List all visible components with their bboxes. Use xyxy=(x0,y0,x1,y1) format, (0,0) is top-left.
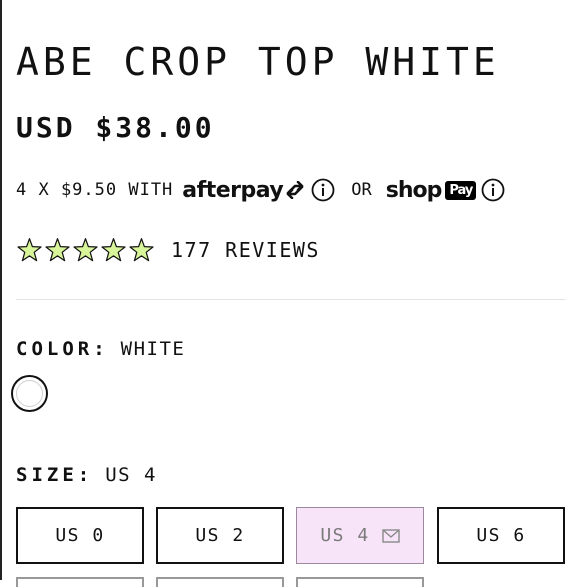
afterpay-wordmark: afterpay xyxy=(182,177,284,203)
notify-mail-icon xyxy=(381,528,400,543)
review-count: 177 REVIEWS xyxy=(171,238,320,262)
size-label: SIZE: xyxy=(16,464,94,486)
size-button-us-4[interactable]: US 4 xyxy=(296,507,424,564)
size-button-partial[interactable] xyxy=(296,577,424,587)
star-icon xyxy=(72,237,99,264)
shop-pay-info-icon[interactable] xyxy=(481,178,505,202)
size-button-us-0[interactable]: US 0 xyxy=(16,507,144,564)
reviews-link[interactable]: 177 REVIEWS xyxy=(16,234,320,266)
swatch-fill xyxy=(16,380,43,407)
size-selected-value: US 4 xyxy=(105,464,157,486)
color-label: COLOR: xyxy=(16,338,109,360)
size-button-label: US 6 xyxy=(476,525,526,546)
color-option-label: COLOR: WHITE xyxy=(16,338,185,360)
afterpay-logo: afterpay xyxy=(182,178,306,203)
size-button-partial[interactable] xyxy=(156,577,284,587)
installment-row: 4 X $9.50 WITH afterpay OR shop Pay xyxy=(16,174,505,206)
star-icon xyxy=(44,237,71,264)
star-icon xyxy=(100,237,127,264)
size-button-us-6[interactable]: US 6 xyxy=(437,507,565,564)
pay-badge: Pay xyxy=(445,180,477,200)
product-title: ABE CROP TOP WHITE xyxy=(16,40,500,84)
afterpay-arrows-icon xyxy=(286,181,304,199)
size-button-partial[interactable] xyxy=(16,577,144,587)
size-button-label: US 2 xyxy=(195,525,245,546)
afterpay-info-icon[interactable] xyxy=(311,178,335,202)
shop-wordmark: shop xyxy=(385,177,443,203)
star-icon xyxy=(128,237,155,264)
shop-pay-logo: shop Pay xyxy=(386,178,477,203)
or-text: OR xyxy=(351,180,372,200)
star-icon xyxy=(16,237,43,264)
size-button-us-2[interactable]: US 2 xyxy=(156,507,284,564)
left-edge-rule xyxy=(0,0,2,580)
color-selected-value: WHITE xyxy=(120,338,186,360)
color-swatch-white[interactable] xyxy=(11,375,48,412)
star-rating xyxy=(16,237,155,264)
installment-text: 4 X $9.50 WITH xyxy=(16,180,174,200)
section-divider xyxy=(16,299,565,300)
size-option-label: SIZE: US 4 xyxy=(16,464,157,486)
size-button-label: US 4 xyxy=(320,525,370,546)
size-button-label: US 0 xyxy=(55,525,105,546)
product-price: USD $38.00 xyxy=(16,111,215,144)
